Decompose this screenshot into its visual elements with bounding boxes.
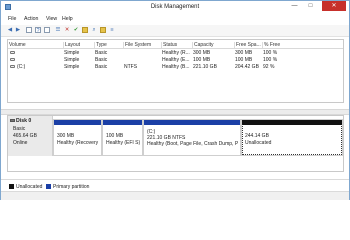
settings-icon[interactable]: ≡ <box>109 27 115 33</box>
disk-0-label[interactable]: Disk 0 Basic 465.64 GB Online <box>8 116 53 156</box>
percent-free-cell: 100 % <box>263 49 278 56</box>
drive-icon <box>10 64 15 68</box>
status-bar <box>1 191 349 200</box>
layout-cell: Simple <box>64 49 80 56</box>
capacity-cell: 221.10 GB <box>193 63 217 70</box>
table-row[interactable]: Simple Basic Healthy (R... 300 MB 300 MB… <box>8 49 343 56</box>
menu-help[interactable]: Help <box>62 16 73 22</box>
partition-size: 100 MB <box>106 133 124 139</box>
column-header-capacity[interactable]: Capacity <box>192 41 213 48</box>
partition-bar <box>242 120 342 125</box>
menu-bar: File Action View Help <box>1 15 349 24</box>
drive-icon <box>10 57 15 61</box>
column-header-status[interactable]: Status <box>161 41 177 48</box>
layout-cell: Simple <box>64 56 80 63</box>
table-row[interactable]: Simple Basic Healthy (E... 100 MB 100 MB… <box>8 56 343 63</box>
partition-bar <box>54 120 101 125</box>
type-cell: Basic <box>95 49 108 56</box>
partition-status: Healthy (Recovery <box>57 140 99 146</box>
partition-size: 300 MB <box>57 133 75 139</box>
partition-bar <box>103 120 142 125</box>
status-cell: Healthy (E... <box>162 56 190 63</box>
menu-action[interactable]: Action <box>24 16 38 22</box>
back-arrow-icon[interactable]: ◀ <box>7 27 13 33</box>
capacity-cell: 100 MB <box>193 56 211 63</box>
partition-recovery[interactable]: 300 MB Healthy (Recovery <box>53 119 102 156</box>
column-header-volume[interactable]: Volume <box>8 42 26 48</box>
delete-icon[interactable]: ✕ <box>64 27 70 33</box>
help-icon[interactable]: ? <box>35 27 41 34</box>
title-bar: Disk Management — □ ✕ <box>1 1 349 14</box>
free-space-cell: 204.42 GB <box>235 63 259 70</box>
disk-name: Disk 0 <box>16 118 32 124</box>
layout-cell: Simple <box>64 63 80 70</box>
percent-free-cell: 92 % <box>263 63 275 70</box>
partition-unallocated[interactable]: 244.14 GB Unallocated <box>241 119 343 156</box>
toolbar: ◀ ▶ ? ☰ ✕ ✔ ⌕ ≡ <box>1 25 349 37</box>
unallocated-swatch <box>9 184 14 189</box>
status-cell: Healthy (R... <box>162 49 190 56</box>
disk-icon <box>10 119 15 122</box>
close-button[interactable]: ✕ <box>322 1 346 11</box>
column-header-percent-free[interactable]: % Free <box>262 41 280 48</box>
disk-size: 465.64 GB <box>13 133 37 139</box>
column-header-free-space[interactable]: Free Spa... <box>234 41 261 48</box>
folder-icon[interactable] <box>100 27 106 33</box>
status-cell: Healthy (B... <box>162 63 190 70</box>
volume-list-header: Volume Layout Type File System Status Ca… <box>8 40 343 49</box>
volume-list: Volume Layout Type File System Status Ca… <box>7 39 344 103</box>
minimize-button[interactable]: — <box>287 1 302 11</box>
column-header-type[interactable]: Type <box>94 41 107 48</box>
free-space-cell: 100 MB <box>235 56 253 63</box>
partition-status: Healthy (Boot, Page File, Crash Dump, Pr… <box>147 141 238 147</box>
legend-primary-partition: Primary partition <box>53 183 90 190</box>
forward-arrow-icon[interactable]: ▶ <box>15 27 21 33</box>
column-header-file-system[interactable]: File System <box>123 41 151 48</box>
disk-management-window: Disk Management — □ ✕ File Action View H… <box>0 0 350 200</box>
free-space-cell: 300 MB <box>235 49 253 56</box>
percent-free-cell: 100 % <box>263 56 278 63</box>
connect-icon[interactable]: ☰ <box>55 27 61 33</box>
partition-efi[interactable]: 100 MB Healthy (EFI S) <box>102 119 143 156</box>
disk-status: Online <box>13 140 28 146</box>
disk-map: Disk 0 Basic 465.64 GB Online 300 MB Hea… <box>7 115 344 172</box>
capacity-cell: 300 MB <box>193 49 211 56</box>
menu-file[interactable]: File <box>8 16 16 22</box>
properties-icon[interactable] <box>26 27 32 33</box>
partition-status: Healthy (EFI S) <box>106 140 140 146</box>
menu-view[interactable]: View <box>46 16 57 22</box>
primary-partition-swatch <box>46 184 51 189</box>
column-header-layout[interactable]: Layout <box>63 41 80 48</box>
partition-size: 244.14 GB <box>245 133 269 139</box>
drive-icon <box>10 50 15 54</box>
partition-status: Unallocated <box>245 140 272 146</box>
search-icon[interactable]: ⌕ <box>91 27 97 33</box>
disk-type: Basic <box>13 126 26 132</box>
folder-open-icon[interactable] <box>82 27 88 33</box>
file-system-cell: NTFS <box>124 63 138 70</box>
checkmark-icon[interactable]: ✔ <box>73 27 79 33</box>
partition-bar <box>144 120 240 125</box>
list-view-icon[interactable] <box>44 27 50 33</box>
volume-cell: (C:) <box>17 63 26 70</box>
maximize-button[interactable]: □ <box>303 1 318 11</box>
type-cell: Basic <box>95 63 108 70</box>
legend-unallocated: Unallocated <box>16 183 43 190</box>
partition-c-drive[interactable]: (C:) 221.10 GB NTFS Healthy (Boot, Page … <box>143 119 241 156</box>
type-cell: Basic <box>95 56 108 63</box>
table-row[interactable]: (C:) Simple Basic NTFS Healthy (B... 221… <box>8 63 343 70</box>
